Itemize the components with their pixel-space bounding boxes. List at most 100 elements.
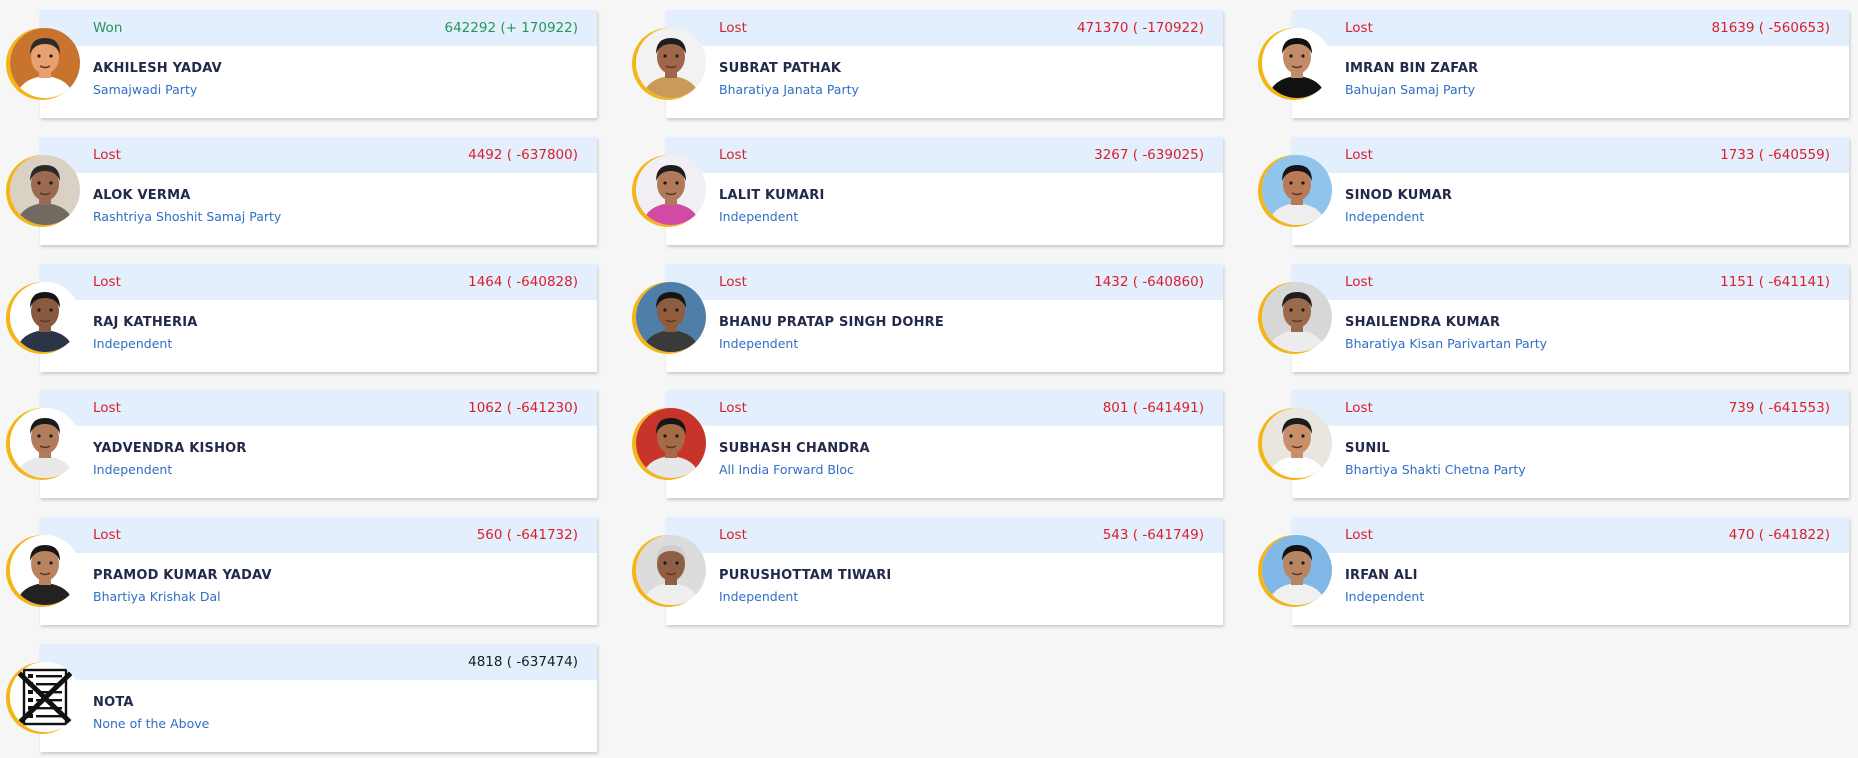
candidate-name: SUBRAT PATHAK xyxy=(719,61,842,76)
candidate-card[interactable]: Lost 4492 ( -637800) ALOK VERMA Rashtriy… xyxy=(0,137,597,245)
candidate-photo xyxy=(636,535,706,605)
candidate-photo xyxy=(10,28,80,98)
portrait-icon xyxy=(10,155,80,225)
candidate-card-box: Lost 1432 ( -640860) BHANU PRATAP SINGH … xyxy=(666,264,1223,372)
vote-count-margin: 739 ( -641553) xyxy=(1728,400,1830,416)
candidate-card[interactable]: Lost 739 ( -641553) SUNIL Bhartiya Shakt… xyxy=(1252,390,1849,498)
candidate-card[interactable]: Lost 1733 ( -640559) SINOD KUMAR Indepen… xyxy=(1252,137,1849,245)
candidate-name: SUNIL xyxy=(1345,441,1390,456)
candidate-name: IRFAN ALI xyxy=(1345,568,1418,583)
candidate-name: SINOD KUMAR xyxy=(1345,188,1453,203)
candidate-name: NOTA xyxy=(93,695,134,710)
candidate-card[interactable]: Lost 1432 ( -640860) BHANU PRATAP SINGH … xyxy=(626,264,1223,372)
vote-count-margin: 1733 ( -640559) xyxy=(1720,147,1830,163)
candidate-card-box: Won 642292 (+ 170922) AKHILESH YADAV Sam… xyxy=(40,10,597,118)
portrait-icon xyxy=(10,28,80,98)
party-name: Independent xyxy=(719,336,799,351)
result-status: Lost xyxy=(719,400,747,416)
portrait-icon xyxy=(636,155,706,225)
vote-count-margin: 1432 ( -640860) xyxy=(1094,274,1204,290)
candidate-photo xyxy=(10,535,80,605)
candidate-card[interactable]: Won 642292 (+ 170922) AKHILESH YADAV Sam… xyxy=(0,10,597,118)
candidate-name: PURUSHOTTAM TIWARI xyxy=(719,568,892,583)
candidate-photo xyxy=(1262,28,1332,98)
portrait-icon xyxy=(1262,408,1332,478)
candidate-card-box: Lost 1062 ( -641230) YADVENDRA KISHOR In… xyxy=(40,390,597,498)
candidate-photo xyxy=(636,28,706,98)
candidate-photo xyxy=(1262,535,1332,605)
result-status: Lost xyxy=(93,147,121,163)
vote-count-margin: 1464 ( -640828) xyxy=(468,274,578,290)
vote-count-margin: 3267 ( -639025) xyxy=(1094,147,1204,163)
vote-count-margin: 801 ( -641491) xyxy=(1102,400,1204,416)
candidate-card-box: Lost 739 ( -641553) SUNIL Bhartiya Shakt… xyxy=(1292,390,1849,498)
nota-ballot-cross-icon xyxy=(10,662,80,732)
candidate-photo xyxy=(636,282,706,352)
portrait-icon xyxy=(1262,155,1332,225)
candidate-card-box: Lost 81639 ( -560653) IMRAN BIN ZAFAR Ba… xyxy=(1292,10,1849,118)
candidate-card[interactable]: Lost 543 ( -641749) PURUSHOTTAM TIWARI I… xyxy=(626,517,1223,625)
candidate-photo xyxy=(10,282,80,352)
result-status: Lost xyxy=(93,400,121,416)
candidate-photo xyxy=(10,155,80,225)
vote-count-margin: 81639 ( -560653) xyxy=(1711,20,1830,36)
candidate-name: RAJ KATHERIA xyxy=(93,315,198,330)
result-status: Won xyxy=(93,20,123,36)
result-status: Lost xyxy=(93,527,121,543)
vote-count-margin: 642292 (+ 170922) xyxy=(444,20,579,36)
candidate-photo xyxy=(636,408,706,478)
candidate-card[interactable]: 4818 ( -637474) NOTA None of the Above xyxy=(0,644,597,752)
party-name: Bahujan Samaj Party xyxy=(1345,82,1476,97)
portrait-icon xyxy=(636,282,706,352)
party-name: Bhartiya Krishak Dal xyxy=(93,589,221,604)
candidate-card[interactable]: Lost 3267 ( -639025) LALIT KUMARI Indepe… xyxy=(626,137,1223,245)
candidate-card[interactable]: Lost 1062 ( -641230) YADVENDRA KISHOR In… xyxy=(0,390,597,498)
candidate-card[interactable]: Lost 1151 ( -641141) SHAILENDRA KUMAR Bh… xyxy=(1252,264,1849,372)
vote-count-margin: 4818 ( -637474) xyxy=(468,654,578,670)
vote-count-margin: 1062 ( -641230) xyxy=(468,400,578,416)
candidate-card-box: Lost 4492 ( -637800) ALOK VERMA Rashtriy… xyxy=(40,137,597,245)
result-status: Lost xyxy=(1345,147,1373,163)
candidate-card-box: Lost 1464 ( -640828) RAJ KATHERIA Indepe… xyxy=(40,264,597,372)
candidate-card-box: Lost 3267 ( -639025) LALIT KUMARI Indepe… xyxy=(666,137,1223,245)
candidate-photo xyxy=(10,408,80,478)
candidate-photo xyxy=(1262,282,1332,352)
result-status: Lost xyxy=(1345,20,1373,36)
party-name: Bhartiya Shakti Chetna Party xyxy=(1345,462,1526,477)
party-name: Independent xyxy=(1345,209,1425,224)
candidate-card-box: Lost 560 ( -641732) PRAMOD KUMAR YADAV B… xyxy=(40,517,597,625)
portrait-icon xyxy=(1262,28,1332,98)
result-status: Lost xyxy=(719,274,747,290)
result-status: Lost xyxy=(1345,274,1373,290)
vote-count-margin: 471370 ( -170922) xyxy=(1076,20,1204,36)
candidate-card-box: Lost 1151 ( -641141) SHAILENDRA KUMAR Bh… xyxy=(1292,264,1849,372)
result-status: Lost xyxy=(1345,527,1373,543)
party-name: Samajwadi Party xyxy=(93,82,198,97)
candidate-name: SUBHASH CHANDRA xyxy=(719,441,870,456)
candidate-card-box: Lost 1733 ( -640559) SINOD KUMAR Indepen… xyxy=(1292,137,1849,245)
portrait-icon xyxy=(636,28,706,98)
candidate-card[interactable]: Lost 81639 ( -560653) IMRAN BIN ZAFAR Ba… xyxy=(1252,10,1849,118)
candidate-name: YADVENDRA KISHOR xyxy=(93,441,247,456)
candidate-results-grid: Won 642292 (+ 170922) AKHILESH YADAV Sam… xyxy=(0,0,1858,758)
result-status: Lost xyxy=(719,147,747,163)
vote-count-margin: 1151 ( -641141) xyxy=(1720,274,1830,290)
candidate-card[interactable]: Lost 560 ( -641732) PRAMOD KUMAR YADAV B… xyxy=(0,517,597,625)
candidate-name: SHAILENDRA KUMAR xyxy=(1345,315,1501,330)
party-name: Independent xyxy=(1345,589,1425,604)
candidate-card[interactable]: Lost 470 ( -641822) IRFAN ALI Independen… xyxy=(1252,517,1849,625)
vote-count-margin: 470 ( -641822) xyxy=(1728,527,1830,543)
portrait-icon xyxy=(636,535,706,605)
portrait-icon xyxy=(10,408,80,478)
portrait-icon xyxy=(1262,535,1332,605)
party-name: None of the Above xyxy=(93,716,210,731)
candidate-card-box: Lost 471370 ( -170922) SUBRAT PATHAK Bha… xyxy=(666,10,1223,118)
candidate-card[interactable]: Lost 1464 ( -640828) RAJ KATHERIA Indepe… xyxy=(0,264,597,372)
vote-count-margin: 560 ( -641732) xyxy=(476,527,578,543)
candidate-name: ALOK VERMA xyxy=(93,188,191,203)
vote-count-margin: 4492 ( -637800) xyxy=(468,147,578,163)
candidate-card[interactable]: Lost 471370 ( -170922) SUBRAT PATHAK Bha… xyxy=(626,10,1223,118)
party-name: Independent xyxy=(93,462,173,477)
vote-count-margin: 543 ( -641749) xyxy=(1102,527,1204,543)
candidate-card[interactable]: Lost 801 ( -641491) SUBHASH CHANDRA All … xyxy=(626,390,1223,498)
